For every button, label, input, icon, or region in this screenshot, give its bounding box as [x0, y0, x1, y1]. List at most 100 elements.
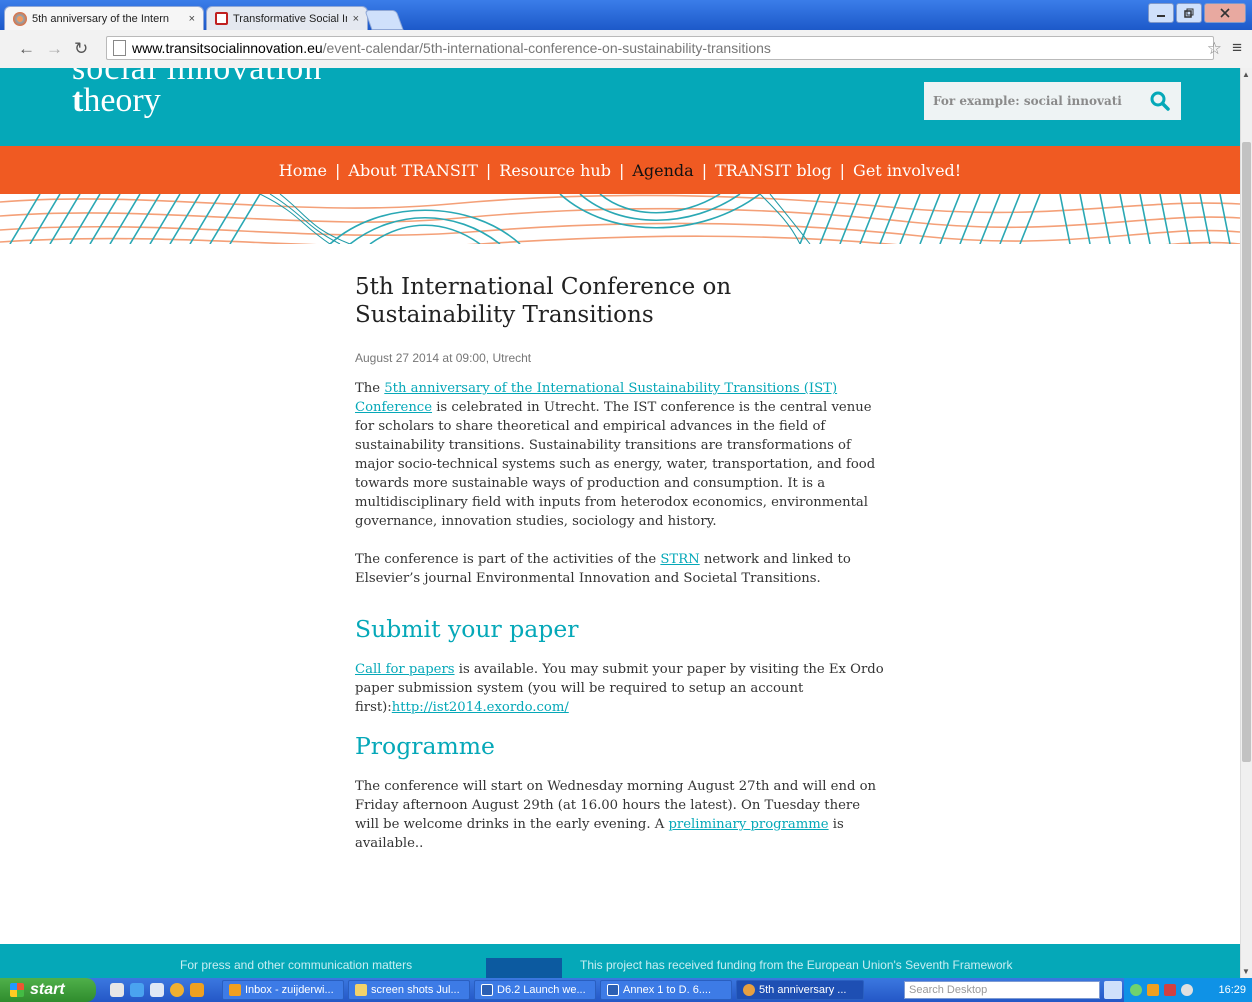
task-label: 5th anniversary ...	[759, 984, 847, 996]
task-label: Annex 1 to D. 6....	[623, 984, 712, 996]
menu-icon[interactable]: ≡	[1232, 38, 1242, 58]
exordo-link[interactable]: http://ist2014.exordo.com/	[392, 700, 569, 715]
word-icon	[481, 984, 493, 996]
folder-icon	[355, 984, 367, 996]
system-tray: 16:29	[1124, 978, 1252, 1002]
tray-outlook-icon[interactable]	[1147, 984, 1159, 996]
close-icon[interactable]: ×	[353, 13, 359, 25]
taskbar-item-word-annex[interactable]: Annex 1 to D. 6....	[600, 980, 732, 1000]
taskbar-item-outlook[interactable]: Inbox - zuijderwi...	[222, 980, 344, 1000]
clock: 16:29	[1218, 984, 1246, 996]
nav-agenda[interactable]: Agenda	[632, 161, 693, 180]
browser-tab-active[interactable]: 5th anniversary of the Intern ×	[4, 6, 204, 30]
search-icon[interactable]	[1149, 90, 1171, 112]
programme-paragraph: The conference will start on Wednesday m…	[355, 777, 885, 853]
call-for-papers-link[interactable]: Call for papers	[355, 662, 455, 677]
task-label: Inbox - zuijderwi...	[245, 984, 334, 996]
nav-separator: |	[701, 160, 708, 180]
text: is celebrated in Utrecht. The IST confer…	[355, 400, 876, 529]
nav-about-transit[interactable]: About TRANSIT	[348, 161, 477, 180]
browser-toolbar: ← → ↻ www.transitsocialinnovation.eu/eve…	[0, 30, 1252, 69]
task-label: screen shots Jul...	[371, 984, 460, 996]
chrome-icon[interactable]	[170, 983, 184, 997]
nav-transit-blog[interactable]: TRANSIT blog	[715, 161, 832, 180]
footer-press-text: For press and other communication matter…	[180, 958, 413, 972]
word-icon	[607, 984, 619, 996]
new-tab-button[interactable]	[364, 10, 404, 30]
close-window-button[interactable]	[1204, 3, 1246, 23]
search-icon[interactable]	[1104, 981, 1122, 999]
site-favicon-icon	[13, 11, 27, 26]
eu-flag-logo	[486, 958, 562, 978]
windows-taskbar: start Inbox - zuijderwi... screen shots …	[0, 978, 1252, 1002]
site-search	[924, 82, 1181, 120]
logo-bold-letter: t	[72, 82, 84, 119]
ie-icon[interactable]	[130, 983, 144, 997]
scroll-down-arrow-icon[interactable]: ▼	[1242, 967, 1250, 976]
tray-shield-icon[interactable]	[1164, 984, 1176, 996]
url-host: www.transitsocialinnovation.eu	[132, 40, 323, 56]
taskbar-item-word-d62[interactable]: D6.2 Launch we...	[474, 980, 596, 1000]
page-icon	[113, 40, 126, 56]
task-label: D6.2 Launch we...	[497, 984, 586, 996]
taskbar-item-chrome[interactable]: 5th anniversary ...	[736, 980, 864, 1000]
tab-title: Transformative Social Innova	[233, 12, 347, 25]
page-scrollbar[interactable]: ▲ ▼	[1240, 68, 1252, 978]
start-label: start	[30, 981, 65, 998]
taskbar-item-folder[interactable]: screen shots Jul...	[348, 980, 470, 1000]
web-page: social innovation theory Home | About TR…	[0, 68, 1240, 978]
tray-network-icon[interactable]	[1181, 984, 1193, 996]
reload-icon[interactable]: ↻	[74, 39, 88, 59]
tab-title: 5th anniversary of the Intern	[32, 12, 169, 25]
minimize-button[interactable]	[1148, 3, 1174, 23]
site-footer: For press and other communication matter…	[0, 944, 1240, 978]
intro-paragraph: The 5th anniversary of the International…	[355, 379, 885, 531]
article: 5th International Conference on Sustaina…	[355, 273, 885, 853]
start-button[interactable]: start	[0, 978, 96, 1002]
strn-link[interactable]: STRN	[660, 552, 699, 567]
nav-home[interactable]: Home	[279, 161, 327, 180]
browser-tab-inactive[interactable]: Transformative Social Innova ×	[206, 6, 368, 30]
restore-icon	[1184, 8, 1194, 18]
event-date-location: August 27 2014 at 09:00, Utrecht	[355, 351, 532, 365]
scroll-thumb[interactable]	[1242, 142, 1251, 762]
address-bar[interactable]: www.transitsocialinnovation.eu/event-cal…	[106, 36, 1214, 60]
bookmark-star-icon[interactable]: ☆	[1207, 39, 1222, 59]
decorative-pattern-banner	[0, 194, 1240, 244]
logo-bottom-line[interactable]: theory	[72, 82, 161, 120]
maximize-button[interactable]	[1176, 3, 1202, 23]
text: The conference is part of the activities…	[355, 552, 661, 567]
outlook-icon[interactable]	[190, 983, 204, 997]
logo-rest: heory	[83, 82, 161, 119]
search-input[interactable]	[933, 94, 1145, 108]
nav-resource-hub[interactable]: Resource hub	[499, 161, 611, 180]
desktop-search-input[interactable]: Search Desktop	[904, 981, 1100, 999]
url-path: /event-calendar/5th-international-confer…	[322, 40, 771, 56]
page-title: 5th International Conference on Sustaina…	[355, 274, 732, 328]
close-icon	[1220, 8, 1230, 18]
nav-get-involved[interactable]: Get involved!	[853, 161, 961, 180]
strn-paragraph: The conference is part of the activities…	[355, 550, 885, 588]
nav-separator: |	[618, 160, 625, 180]
back-arrow-icon[interactable]: ←	[18, 39, 35, 59]
preliminary-programme-link[interactable]: preliminary programme	[668, 817, 828, 832]
window-controls	[1146, 3, 1246, 23]
text: The	[355, 381, 385, 396]
tray-arrow-icon[interactable]	[1130, 984, 1142, 996]
desktop-icon[interactable]	[150, 983, 164, 997]
scroll-up-arrow-icon[interactable]: ▲	[1242, 70, 1250, 79]
site-header: social innovation theory	[0, 68, 1240, 146]
nav-separator: |	[839, 160, 846, 180]
submit-paragraph: Call for papers is available. You may su…	[355, 660, 885, 717]
outlook-icon	[229, 984, 241, 996]
forward-arrow-icon[interactable]: →	[46, 39, 63, 59]
close-icon[interactable]: ×	[189, 13, 195, 25]
quicklaunch-icon[interactable]	[110, 983, 124, 997]
quick-launch	[110, 983, 210, 997]
site-favicon-icon	[215, 12, 228, 25]
programme-heading: Programme	[355, 732, 495, 760]
windows-logo-icon	[10, 983, 24, 997]
browser-tabstrip: 5th anniversary of the Intern × Transfor…	[0, 0, 1252, 30]
nav-separator: |	[485, 160, 492, 180]
pattern-graphic	[0, 194, 1240, 244]
